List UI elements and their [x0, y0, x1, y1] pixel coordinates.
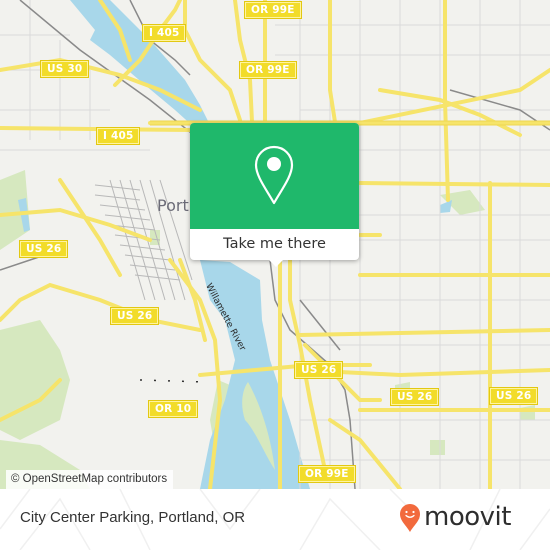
place-name: City Center Parking, Portland, OR [20, 509, 246, 526]
route-shield: US 26 [490, 388, 538, 404]
map-attribution[interactable]: © OpenStreetMap contributors [6, 470, 174, 489]
moovit-logo[interactable]: moovit [400, 502, 535, 540]
route-shield: I 405 [143, 25, 186, 41]
map-canvas[interactable]: Portland Willamette River OR 99E I 405 U… [0, 0, 550, 489]
route-shield: US 26 [391, 389, 439, 405]
take-me-there-button[interactable]: Take me there [190, 229, 359, 260]
route-shield: US 26 [111, 308, 159, 324]
route-shield: I 405 [97, 128, 140, 144]
attribution-text[interactable]: © OpenStreetMap contributors [11, 473, 167, 485]
footer-bar: City Center Parking, Portland, OR moovit [0, 489, 550, 550]
brand-wordmark: moovit [424, 502, 511, 532]
route-shield: OR 99E [299, 466, 355, 482]
route-shield: US 26 [20, 241, 68, 257]
route-shield: OR 99E [245, 2, 301, 18]
popup-header [190, 123, 359, 229]
route-shield: OR 10 [149, 401, 198, 417]
route-shield: US 30 [41, 61, 89, 77]
destination-popup: Take me there [190, 123, 359, 267]
moovit-pin-icon [400, 504, 420, 532]
popup-pointer [268, 259, 284, 267]
route-shield: OR 99E [240, 62, 296, 78]
route-shield: US 26 [295, 362, 343, 378]
location-pin-icon [254, 145, 294, 205]
